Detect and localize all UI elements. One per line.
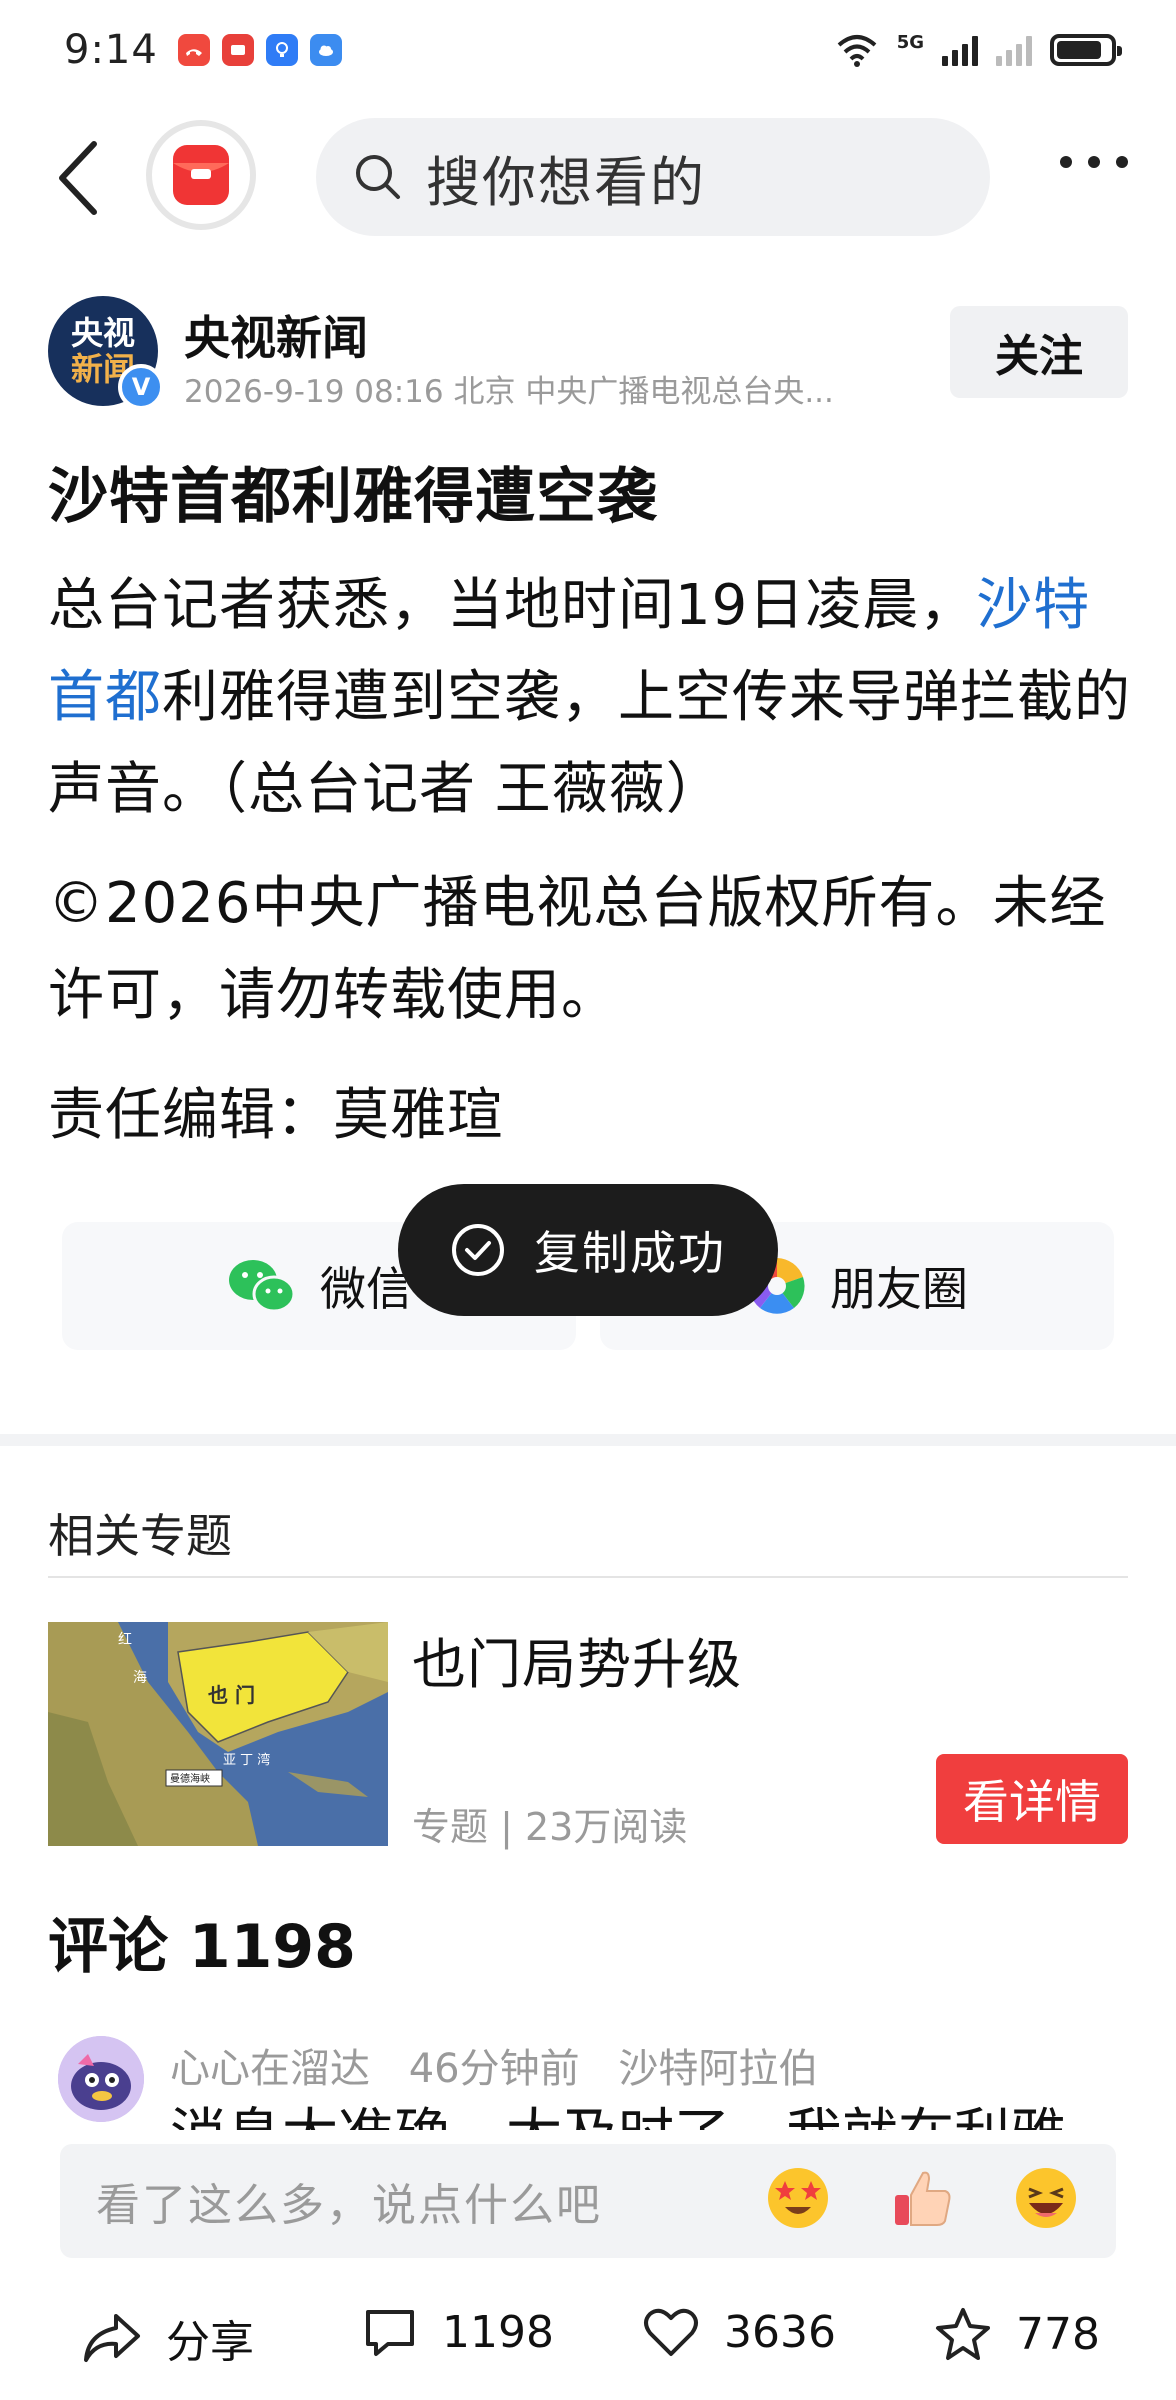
- share-label: 分享: [166, 2317, 254, 2368]
- status-app-icons: [177, 34, 342, 66]
- commenter-name[interactable]: 心心在溜达: [170, 2046, 370, 2092]
- yemen-map-thumbnail[interactable]: 红 海 也 门 亚 丁 湾 曼德海峡: [48, 1622, 388, 1846]
- top-nav: 搜你想看的: [0, 112, 1176, 242]
- related-topics-heading: 相关专题: [48, 1509, 232, 1563]
- star-eyes-emoji-icon[interactable]: [764, 2164, 832, 2232]
- cloud-app-icon: [309, 34, 342, 66]
- comment-time: 46分钟前: [408, 2046, 580, 2092]
- search-placeholder: 搜你想看的: [426, 150, 706, 214]
- related-divider: [48, 1576, 1128, 1578]
- author-meta: 2026-9-19 08:16 北京 中央广播电视总台央...: [184, 374, 834, 410]
- red-packet-logo-button[interactable]: [146, 120, 256, 230]
- verified-badge-icon: V: [118, 364, 164, 410]
- huawei-app-icon: [221, 34, 254, 66]
- map-label-gulf: 亚 丁 湾: [223, 1752, 270, 1768]
- view-details-button[interactable]: 看详情: [936, 1754, 1128, 1844]
- article-title: 沙特首都利雅得遭空袭: [48, 462, 658, 532]
- comments-title: 评论 1198: [48, 1912, 356, 1982]
- map-label-strait: 曼德海峡: [170, 1772, 210, 1785]
- follow-button[interactable]: 关注: [950, 306, 1128, 398]
- quick-emoji-row: [764, 2164, 1080, 2232]
- signal-strength-icon: [942, 34, 978, 66]
- avatar-text-line1: 央视: [70, 314, 135, 352]
- bottom-action-bar: 分享 1198 3636 778: [0, 2286, 1176, 2396]
- favorite-button[interactable]: 778: [934, 2306, 1100, 2362]
- related-topic-meta: 专题 | 23万阅读: [412, 1805, 688, 1849]
- dot-icon: [1060, 156, 1072, 168]
- map-label-sea: 红: [118, 1632, 132, 1648]
- comment-bubble-icon: [366, 2310, 414, 2356]
- status-bar: 9:14 5G: [0, 0, 1176, 100]
- dot-icon: [1116, 156, 1128, 168]
- wifi-icon: [837, 35, 877, 67]
- map-label-country: 也 门: [208, 1683, 255, 1707]
- copy-success-toast: 复制成功: [398, 1184, 778, 1316]
- signal-strength-secondary-icon: [996, 34, 1032, 66]
- comment-meta: 心心在溜达 46分钟前 沙特阿拉伯: [170, 2036, 844, 2094]
- more-options-button[interactable]: [1060, 156, 1128, 168]
- share-wechat-label: 微信: [320, 1262, 412, 1316]
- battery-icon: [1050, 34, 1122, 66]
- share-button[interactable]: 分享: [82, 2306, 254, 2370]
- check-circle-icon: [452, 1224, 504, 1276]
- article-body: 总台记者获悉，当地时间19日凌晨，沙特首都利雅得遭到空袭，上空传来导弹拦截的声音…: [48, 560, 1132, 836]
- copyright-notice: ©2026中央广播电视总台版权所有。未经许可，请勿转载使用。: [48, 871, 1107, 1028]
- comment-input[interactable]: 看了这么多，说点什么吧: [60, 2144, 1116, 2258]
- comment-text-preview[interactable]: 消息太准确，太及时了，我就在利雅: [170, 2096, 1066, 2130]
- dot-icon: [1088, 156, 1100, 168]
- chevron-left-icon: [59, 141, 97, 215]
- search-icon: [356, 155, 400, 199]
- missed-call-icon: [177, 34, 210, 66]
- bulb-app-icon: [265, 34, 298, 66]
- article-body-text: 总台记者获悉，当地时间19日凌晨，: [48, 573, 977, 638]
- like-count: 3636: [724, 2306, 836, 2358]
- wechat-icon: [229, 1260, 296, 1313]
- battery-level: [1057, 41, 1102, 59]
- like-button[interactable]: 3636: [642, 2306, 836, 2358]
- author-row: 央视 新闻 V 央视新闻 2026-9-19 08:16 北京 中央广播电视总台…: [48, 296, 1128, 410]
- share-arrow-icon: [84, 2314, 140, 2362]
- search-input[interactable]: 搜你想看的: [316, 118, 990, 236]
- status-right: 5G: [835, 31, 1122, 67]
- comment-count-button[interactable]: 1198: [362, 2306, 554, 2358]
- related-topic-title[interactable]: 也门局势升级: [412, 1620, 742, 1699]
- favorite-count: 778: [1016, 2308, 1100, 2360]
- map-label-sea2: 海: [133, 1670, 147, 1686]
- comment-location: 沙特阿拉伯: [618, 2046, 819, 2092]
- star-icon: [936, 2308, 990, 2360]
- status-time: 9:14: [64, 27, 158, 73]
- article-body-text: 利雅得遭到空袭，上空传来导弹拦截的声音。（总台记者 王薇薇）: [48, 665, 1131, 822]
- section-divider: [0, 1434, 1176, 1446]
- author-name[interactable]: 央视新闻: [184, 302, 368, 368]
- comment-input-placeholder: 看了这么多，说点什么吧: [96, 2180, 602, 2231]
- editor-credit: 责任编辑：莫雅瑄: [48, 1083, 504, 1148]
- thumbs-up-emoji-icon[interactable]: [888, 2164, 956, 2232]
- toast-text: 复制成功: [534, 1226, 726, 1280]
- comment-count: 1198: [442, 2306, 554, 2358]
- back-button[interactable]: [48, 140, 108, 216]
- laughing-emoji-icon[interactable]: [1012, 2164, 1080, 2232]
- network-label: 5G: [896, 31, 924, 53]
- red-packet-icon: [173, 145, 229, 205]
- heart-icon: [644, 2308, 698, 2356]
- commenter-avatar[interactable]: [58, 2036, 144, 2122]
- share-moments-label: 朋友圈: [830, 1262, 968, 1316]
